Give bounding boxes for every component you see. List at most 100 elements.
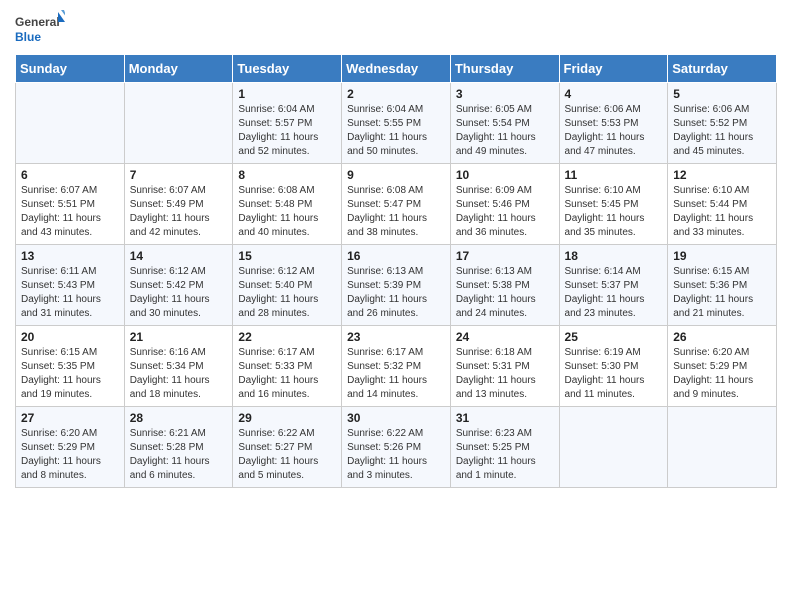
day-info: Sunrise: 6:22 AM Sunset: 5:26 PM Dayligh… <box>347 427 445 483</box>
logo: General Blue <box>15 10 65 48</box>
day-info: Sunrise: 6:08 AM Sunset: 5:47 PM Dayligh… <box>347 184 445 240</box>
day-cell: 24 Sunrise: 6:18 AM Sunset: 5:31 PM Dayli… <box>450 326 559 407</box>
day-cell: 19 Sunrise: 6:15 AM Sunset: 5:36 PM Dayli… <box>668 245 777 326</box>
day-number: 19 <box>673 249 771 263</box>
svg-text:General: General <box>15 15 60 29</box>
day-cell: 30 Sunrise: 6:22 AM Sunset: 5:26 PM Dayli… <box>342 407 451 488</box>
day-cell: 7 Sunrise: 6:07 AM Sunset: 5:49 PM Daylig… <box>124 164 233 245</box>
day-cell: 12 Sunrise: 6:10 AM Sunset: 5:44 PM Dayli… <box>668 164 777 245</box>
day-number: 11 <box>565 168 663 182</box>
day-number: 30 <box>347 411 445 425</box>
day-cell: 9 Sunrise: 6:08 AM Sunset: 5:47 PM Daylig… <box>342 164 451 245</box>
day-number: 18 <box>565 249 663 263</box>
day-cell: 11 Sunrise: 6:10 AM Sunset: 5:45 PM Dayli… <box>559 164 668 245</box>
day-number: 28 <box>130 411 228 425</box>
calendar-body: 1 Sunrise: 6:04 AM Sunset: 5:57 PM Daylig… <box>16 83 777 488</box>
day-info: Sunrise: 6:06 AM Sunset: 5:52 PM Dayligh… <box>673 103 771 159</box>
day-cell: 15Sunrise: 6:12 AM Sunset: 5:40 PM Dayli… <box>233 245 342 326</box>
day-info: Sunrise: 6:17 AM Sunset: 5:33 PM Dayligh… <box>238 346 336 402</box>
day-number: 13 <box>21 249 119 263</box>
day-number: 23 <box>347 330 445 344</box>
day-number: 24 <box>456 330 554 344</box>
day-number: 27 <box>21 411 119 425</box>
day-number: 25 <box>565 330 663 344</box>
day-number: 4 <box>565 87 663 101</box>
calendar-table: SundayMondayTuesdayWednesdayThursdayFrid… <box>15 54 777 488</box>
day-info: Sunrise: 6:16 AM Sunset: 5:34 PM Dayligh… <box>130 346 228 402</box>
day-number: 6 <box>21 168 119 182</box>
day-number: 2 <box>347 87 445 101</box>
day-number: 10 <box>456 168 554 182</box>
day-cell: 29Sunrise: 6:22 AM Sunset: 5:27 PM Dayli… <box>233 407 342 488</box>
day-cell: 6 Sunrise: 6:07 AM Sunset: 5:51 PM Daylig… <box>16 164 125 245</box>
day-cell: 26Sunrise: 6:20 AM Sunset: 5:29 PM Dayli… <box>668 326 777 407</box>
day-cell: 28 Sunrise: 6:21 AM Sunset: 5:28 PM Dayli… <box>124 407 233 488</box>
day-number: 26 <box>673 330 771 344</box>
svg-text:Blue: Blue <box>15 30 41 44</box>
header-cell-saturday: Saturday <box>668 55 777 83</box>
day-info: Sunrise: 6:18 AM Sunset: 5:31 PM Dayligh… <box>456 346 554 402</box>
day-number: 22 <box>238 330 336 344</box>
calendar-header-row: SundayMondayTuesdayWednesdayThursdayFrid… <box>16 55 777 83</box>
day-cell: 17Sunrise: 6:13 AM Sunset: 5:38 PM Dayli… <box>450 245 559 326</box>
page-header: General Blue <box>15 10 777 48</box>
week-row-4: 20 Sunrise: 6:15 AM Sunset: 5:35 PM Dayli… <box>16 326 777 407</box>
day-info: Sunrise: 6:11 AM Sunset: 5:43 PM Dayligh… <box>21 265 119 321</box>
day-cell: 20 Sunrise: 6:15 AM Sunset: 5:35 PM Dayli… <box>16 326 125 407</box>
day-info: Sunrise: 6:15 AM Sunset: 5:35 PM Dayligh… <box>21 346 119 402</box>
day-cell: 13 Sunrise: 6:11 AM Sunset: 5:43 PM Dayli… <box>16 245 125 326</box>
day-info: Sunrise: 6:12 AM Sunset: 5:42 PM Dayligh… <box>130 265 228 321</box>
day-info: Sunrise: 6:21 AM Sunset: 5:28 PM Dayligh… <box>130 427 228 483</box>
header-cell-thursday: Thursday <box>450 55 559 83</box>
day-cell: 23Sunrise: 6:17 AM Sunset: 5:32 PM Dayli… <box>342 326 451 407</box>
day-cell: 2 Sunrise: 6:04 AM Sunset: 5:55 PM Daylig… <box>342 83 451 164</box>
header-cell-tuesday: Tuesday <box>233 55 342 83</box>
day-cell: 5 Sunrise: 6:06 AM Sunset: 5:52 PM Daylig… <box>668 83 777 164</box>
day-cell: 4 Sunrise: 6:06 AM Sunset: 5:53 PM Daylig… <box>559 83 668 164</box>
week-row-1: 1 Sunrise: 6:04 AM Sunset: 5:57 PM Daylig… <box>16 83 777 164</box>
day-info: Sunrise: 6:04 AM Sunset: 5:57 PM Dayligh… <box>238 103 336 159</box>
day-number: 9 <box>347 168 445 182</box>
day-info: Sunrise: 6:04 AM Sunset: 5:55 PM Dayligh… <box>347 103 445 159</box>
header-cell-sunday: Sunday <box>16 55 125 83</box>
day-cell: 8Sunrise: 6:08 AM Sunset: 5:48 PM Daylig… <box>233 164 342 245</box>
day-cell: 21 Sunrise: 6:16 AM Sunset: 5:34 PM Dayli… <box>124 326 233 407</box>
day-number: 7 <box>130 168 228 182</box>
day-info: Sunrise: 6:23 AM Sunset: 5:25 PM Dayligh… <box>456 427 554 483</box>
day-number: 14 <box>130 249 228 263</box>
day-cell: 10Sunrise: 6:09 AM Sunset: 5:46 PM Dayli… <box>450 164 559 245</box>
day-info: Sunrise: 6:07 AM Sunset: 5:49 PM Dayligh… <box>130 184 228 240</box>
day-info: Sunrise: 6:20 AM Sunset: 5:29 PM Dayligh… <box>21 427 119 483</box>
header-cell-monday: Monday <box>124 55 233 83</box>
day-info: Sunrise: 6:06 AM Sunset: 5:53 PM Dayligh… <box>565 103 663 159</box>
day-number: 12 <box>673 168 771 182</box>
day-cell: 18 Sunrise: 6:14 AM Sunset: 5:37 PM Dayli… <box>559 245 668 326</box>
day-number: 5 <box>673 87 771 101</box>
day-cell: 1 Sunrise: 6:04 AM Sunset: 5:57 PM Daylig… <box>233 83 342 164</box>
day-info: Sunrise: 6:10 AM Sunset: 5:45 PM Dayligh… <box>565 184 663 240</box>
day-cell <box>559 407 668 488</box>
day-info: Sunrise: 6:15 AM Sunset: 5:36 PM Dayligh… <box>673 265 771 321</box>
day-cell: 31 Sunrise: 6:23 AM Sunset: 5:25 PM Dayli… <box>450 407 559 488</box>
day-info: Sunrise: 6:10 AM Sunset: 5:44 PM Dayligh… <box>673 184 771 240</box>
day-number: 17 <box>456 249 554 263</box>
day-number: 3 <box>456 87 554 101</box>
header-cell-friday: Friday <box>559 55 668 83</box>
day-number: 31 <box>456 411 554 425</box>
day-cell: 16Sunrise: 6:13 AM Sunset: 5:39 PM Dayli… <box>342 245 451 326</box>
week-row-3: 13 Sunrise: 6:11 AM Sunset: 5:43 PM Dayli… <box>16 245 777 326</box>
day-cell: 14 Sunrise: 6:12 AM Sunset: 5:42 PM Dayli… <box>124 245 233 326</box>
day-number: 1 <box>238 87 336 101</box>
day-info: Sunrise: 6:05 AM Sunset: 5:54 PM Dayligh… <box>456 103 554 159</box>
day-info: Sunrise: 6:19 AM Sunset: 5:30 PM Dayligh… <box>565 346 663 402</box>
day-info: Sunrise: 6:08 AM Sunset: 5:48 PM Dayligh… <box>238 184 336 240</box>
day-cell: 3 Sunrise: 6:05 AM Sunset: 5:54 PM Daylig… <box>450 83 559 164</box>
day-info: Sunrise: 6:07 AM Sunset: 5:51 PM Dayligh… <box>21 184 119 240</box>
header-cell-wednesday: Wednesday <box>342 55 451 83</box>
day-number: 20 <box>21 330 119 344</box>
day-info: Sunrise: 6:14 AM Sunset: 5:37 PM Dayligh… <box>565 265 663 321</box>
day-cell: 25 Sunrise: 6:19 AM Sunset: 5:30 PM Dayli… <box>559 326 668 407</box>
day-number: 21 <box>130 330 228 344</box>
week-row-2: 6 Sunrise: 6:07 AM Sunset: 5:51 PM Daylig… <box>16 164 777 245</box>
day-cell: 27 Sunrise: 6:20 AM Sunset: 5:29 PM Dayli… <box>16 407 125 488</box>
